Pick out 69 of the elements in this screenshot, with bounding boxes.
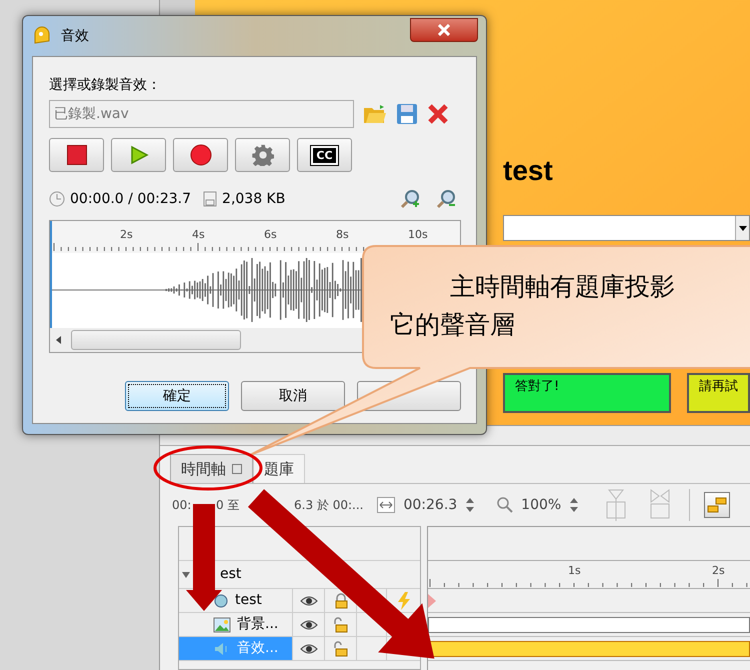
record-icon — [190, 144, 212, 166]
gear-icon — [252, 144, 274, 166]
answer-button[interactable]: 答對了! — [503, 373, 671, 413]
scroll-left-arrow[interactable] — [56, 336, 61, 344]
callout-text: 主時間軸有題庫投影 — [449, 271, 676, 303]
range-text: 00: — [172, 497, 192, 514]
track-bar[interactable] — [428, 616, 750, 632]
dialog-button[interactable]: 確定 — [125, 381, 229, 411]
captions-button[interactable]: CC — [297, 138, 352, 172]
zoom-in-icon[interactable] — [400, 189, 420, 209]
save-icon[interactable] — [396, 103, 418, 125]
ruler-label: 1s — [568, 565, 581, 576]
settings-button[interactable] — [235, 138, 290, 172]
ruler-label: 2s — [120, 229, 133, 240]
answer-button[interactable]: 請再試 — [687, 373, 750, 413]
spinner-icon[interactable] — [465, 497, 476, 513]
ruler-label: 10s — [408, 229, 428, 240]
range-text: 6.3 於 00:... — [294, 497, 364, 514]
ruler-label: 8s — [336, 229, 349, 240]
group-name: est — [220, 565, 242, 584]
stage-title: test — [503, 157, 554, 185]
picture-icon — [213, 616, 231, 632]
ruler-label: 2s — [712, 565, 725, 576]
panel-tab[interactable]: 題庫 — [253, 454, 305, 483]
eye-icon[interactable] — [300, 618, 318, 630]
callout-text: 它的聲音層 — [390, 309, 516, 341]
file-size: 2,038 KB — [222, 190, 286, 208]
pin-icon — [232, 464, 242, 474]
zoom-value: 100% — [521, 496, 562, 514]
record-button[interactable] — [173, 138, 228, 172]
track-bar[interactable] — [428, 640, 750, 656]
layers-toggle-button[interactable] — [704, 492, 730, 518]
delete-icon[interactable] — [427, 103, 449, 125]
time-reading: 00:00.0 / 00:23.7 — [70, 190, 192, 208]
panel-tab[interactable]: 時間軸 — [170, 454, 253, 483]
play-button[interactable] — [111, 138, 166, 172]
file-field[interactable]: 已錄製.wav — [49, 100, 354, 128]
range-text: 0 至 — [216, 497, 240, 514]
dialog-button[interactable]: 取消 — [241, 381, 345, 411]
lock-icon[interactable] — [334, 616, 348, 632]
spinner-icon[interactable] — [569, 497, 580, 513]
layer-name: test — [235, 591, 262, 610]
eye-icon[interactable] — [300, 642, 318, 654]
eye-icon[interactable] — [300, 594, 318, 606]
ruler-label: 6s — [264, 229, 277, 240]
zoom-out-icon[interactable] — [436, 189, 456, 209]
prompt-label: 選擇或錄製音效： — [49, 76, 162, 95]
scroll-thumb[interactable] — [71, 330, 241, 350]
stop-icon — [66, 145, 86, 165]
window-title: 音效 — [61, 26, 90, 46]
lock-icon[interactable] — [334, 640, 348, 656]
clock-icon — [49, 191, 65, 207]
layer-name: 背景... — [237, 615, 278, 634]
search-icon — [497, 497, 514, 513]
answer-dropdown[interactable] — [503, 215, 750, 241]
globe-icon — [213, 592, 229, 608]
stop-button[interactable] — [49, 138, 104, 172]
ruler-label: 4s — [192, 229, 205, 240]
width-icon — [377, 497, 396, 513]
keyframe-marker[interactable] — [428, 594, 438, 608]
lock-icon[interactable] — [334, 592, 348, 608]
layer-name: 音效... — [237, 639, 278, 658]
close-button[interactable] — [410, 18, 478, 42]
play-icon — [128, 145, 148, 165]
layer-name-cell[interactable]: 背景... — [179, 613, 293, 636]
dropdown-caret-icon — [738, 226, 746, 230]
duration-value: 00:26.3 — [403, 496, 458, 514]
close-icon — [438, 24, 450, 36]
swap-icon — [707, 497, 728, 513]
